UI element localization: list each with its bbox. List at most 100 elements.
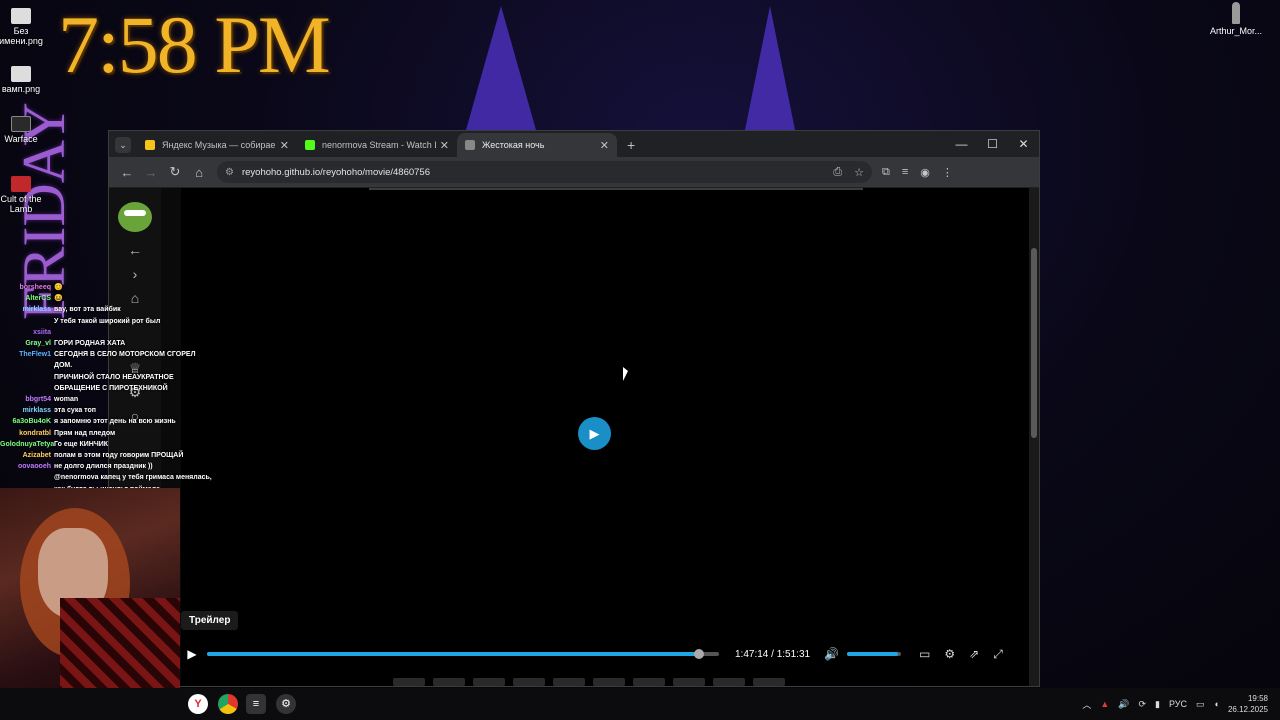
chat-message: TheFlew1 СЕГОДНЯ В СЕЛО МОТОРСКОМ СГОРЕЛ … bbox=[0, 349, 212, 371]
time-separator: / bbox=[771, 648, 774, 660]
big-play-button[interactable]: ▶ bbox=[578, 417, 611, 450]
scrollbar-thumb[interactable] bbox=[1031, 248, 1037, 438]
volume-icon[interactable]: 🔊 bbox=[824, 647, 839, 661]
webcam-overlay bbox=[0, 488, 180, 695]
trailer-label[interactable]: Трейлер bbox=[181, 611, 239, 630]
close-tab-icon[interactable]: ✕ bbox=[280, 139, 289, 152]
browser-window: ⌄ Яндекс Музыка — собираем м ✕ nenormova… bbox=[108, 130, 1040, 687]
strip-item[interactable] bbox=[433, 678, 465, 686]
chat-username[interactable] bbox=[0, 472, 54, 483]
chat-message: ПРИЧИНОЙ СТАЛО НЕАУКРАТНОЕ bbox=[0, 372, 212, 383]
volume-slider[interactable] bbox=[847, 652, 902, 656]
strip-item[interactable] bbox=[713, 678, 745, 686]
site-logo-frog[interactable] bbox=[118, 202, 152, 232]
chat-username[interactable]: oovaooeh bbox=[0, 461, 54, 472]
profile-avatar-icon[interactable]: ◉ bbox=[920, 166, 930, 179]
chat-text: 😊 bbox=[54, 284, 63, 291]
strip-item[interactable] bbox=[473, 678, 505, 686]
chat-username[interactable]: GolodnuyaTetya bbox=[0, 439, 54, 450]
tray-alert-icon[interactable]: ▲ bbox=[1100, 699, 1109, 709]
strip-item[interactable] bbox=[553, 678, 585, 686]
reload-icon[interactable]: ↻ bbox=[163, 164, 187, 180]
desktop-icon-warface[interactable]: Warface bbox=[0, 116, 51, 144]
install-app-icon[interactable]: ⎙ bbox=[833, 166, 842, 179]
chat-username[interactable] bbox=[0, 372, 54, 383]
strip-item[interactable] bbox=[393, 678, 425, 686]
chat-username[interactable]: mirklass bbox=[0, 304, 54, 315]
chat-text: Го еще КИНЧИК bbox=[54, 440, 109, 448]
chat-username[interactable]: mirklass bbox=[0, 405, 54, 416]
tray-sync-icon[interactable]: ⟳ bbox=[1138, 699, 1146, 710]
close-tab-icon[interactable]: ✕ bbox=[600, 139, 609, 152]
sidebar-back-arrow-icon[interactable]: ← bbox=[109, 238, 161, 262]
tray-speaker-icon[interactable]: ◖ bbox=[1214, 699, 1219, 709]
tray-chevron-icon[interactable]: ︿ bbox=[1082, 698, 1091, 711]
settings-gear-icon[interactable]: ⚙ bbox=[944, 647, 955, 661]
play-icon[interactable]: ▶ bbox=[181, 647, 203, 661]
tab-yandex-music[interactable]: Яндекс Музыка — собираем м ✕ bbox=[137, 133, 297, 157]
chat-message: mirklass вау, вот эта вайбик bbox=[0, 304, 212, 315]
tray-volume-icon[interactable]: 🔊 bbox=[1118, 699, 1129, 710]
strip-item[interactable] bbox=[673, 678, 705, 686]
home-icon[interactable]: ⌂ bbox=[187, 165, 211, 180]
desktop-icon-file-1[interactable]: Без имени.png bbox=[0, 8, 51, 46]
browser-toolbar: ← → ↻ ⌂ ⚙ reyohoho.github.io/reyohoho/mo… bbox=[109, 157, 1039, 187]
site-settings-icon[interactable]: ⚙ bbox=[225, 167, 234, 178]
tab-search-button[interactable]: ⌄ bbox=[115, 137, 131, 153]
chat-message: Azizabet полам в этом году говорим ПРОЩАЙ bbox=[0, 450, 212, 461]
yandex-music-favicon bbox=[145, 140, 155, 150]
desktop-icon-file-2[interactable]: вамп.png bbox=[0, 66, 51, 94]
page-scrollbar[interactable] bbox=[1029, 188, 1039, 686]
tab-kick-stream[interactable]: nenormova Stream - Watch Liv ✕ bbox=[297, 133, 457, 157]
minimize-button[interactable]: — bbox=[946, 131, 977, 157]
back-arrow-icon[interactable]: ← bbox=[115, 165, 139, 180]
forward-arrow-icon[interactable]: → bbox=[139, 165, 163, 180]
chat-username[interactable]: borsheeq bbox=[0, 282, 54, 293]
episode-strip bbox=[393, 678, 785, 686]
tray-network-icon[interactable]: ▮ bbox=[1155, 699, 1160, 710]
tray-time: 19:58 bbox=[1247, 694, 1268, 703]
tray-language[interactable]: РУС bbox=[1169, 699, 1187, 709]
chat-username[interactable]: AlterCS bbox=[0, 293, 54, 304]
time-readout: 1:47:14 / 1:51:31 bbox=[735, 649, 810, 660]
yandex-browser-icon[interactable]: Y bbox=[188, 694, 208, 714]
chat-username[interactable]: Gray_vl bbox=[0, 338, 54, 349]
chat-username[interactable]: kondratbl bbox=[0, 428, 54, 439]
bookmark-star-icon[interactable]: ☆ bbox=[854, 166, 864, 179]
fullscreen-icon[interactable]: ⤢ bbox=[993, 647, 1003, 662]
progress-knob[interactable] bbox=[694, 649, 705, 659]
media-control-icon[interactable]: ≡ bbox=[902, 166, 908, 179]
tab-movie[interactable]: Жестокая ночь ✕ bbox=[457, 133, 617, 157]
chat-username[interactable] bbox=[0, 383, 54, 394]
popout-icon[interactable]: ⇗ bbox=[969, 647, 979, 661]
chat-username[interactable]: Azizabet bbox=[0, 450, 54, 461]
chat-message: AlterCS 😆 bbox=[0, 293, 212, 304]
video-player[interactable]: ▶ Трейлер ▶ 1:47:14 / 1:51:31 🔊 ▭ ⚙ ⇗ ⤢ bbox=[181, 188, 1031, 686]
subtitles-icon[interactable]: ▭ bbox=[919, 647, 930, 661]
address-bar[interactable]: ⚙ reyohoho.github.io/reyohoho/movie/4860… bbox=[217, 161, 872, 183]
maximize-button[interactable]: ☐ bbox=[977, 131, 1008, 157]
strip-item[interactable] bbox=[633, 678, 665, 686]
chat-username[interactable] bbox=[0, 316, 54, 327]
extensions-icon[interactable]: ⧉ bbox=[882, 166, 890, 179]
menu-kebab-icon[interactable]: ⋮ bbox=[942, 166, 953, 179]
chat-username[interactable]: 6a3oBu4oK bbox=[0, 416, 54, 427]
close-tab-icon[interactable]: ✕ bbox=[440, 139, 449, 152]
app-stack-icon[interactable]: ≡ bbox=[246, 694, 266, 714]
new-tab-button[interactable]: + bbox=[627, 137, 635, 153]
close-window-button[interactable]: ✕ bbox=[1008, 131, 1039, 157]
chat-username[interactable]: TheFlew1 bbox=[0, 349, 54, 371]
chat-username[interactable]: bbgrt54 bbox=[0, 394, 54, 405]
user-widget[interactable]: Arthur_Mor... bbox=[1206, 2, 1266, 36]
progress-bar[interactable] bbox=[207, 649, 719, 659]
strip-item[interactable] bbox=[513, 678, 545, 686]
chrome-icon[interactable] bbox=[218, 694, 238, 714]
app-gear-icon[interactable]: ⚙ bbox=[276, 694, 296, 714]
desktop-icon-cult-of-the-lamb[interactable]: Cult of the Lamb bbox=[0, 176, 51, 214]
chat-username[interactable]: xsiita bbox=[0, 327, 54, 338]
strip-item[interactable] bbox=[593, 678, 625, 686]
tray-clock[interactable]: 19:58 26.12.2025 bbox=[1228, 693, 1268, 715]
current-time: 1:47:14 bbox=[735, 648, 769, 660]
strip-item[interactable] bbox=[753, 678, 785, 686]
tray-display-icon[interactable]: ▭ bbox=[1196, 699, 1205, 710]
